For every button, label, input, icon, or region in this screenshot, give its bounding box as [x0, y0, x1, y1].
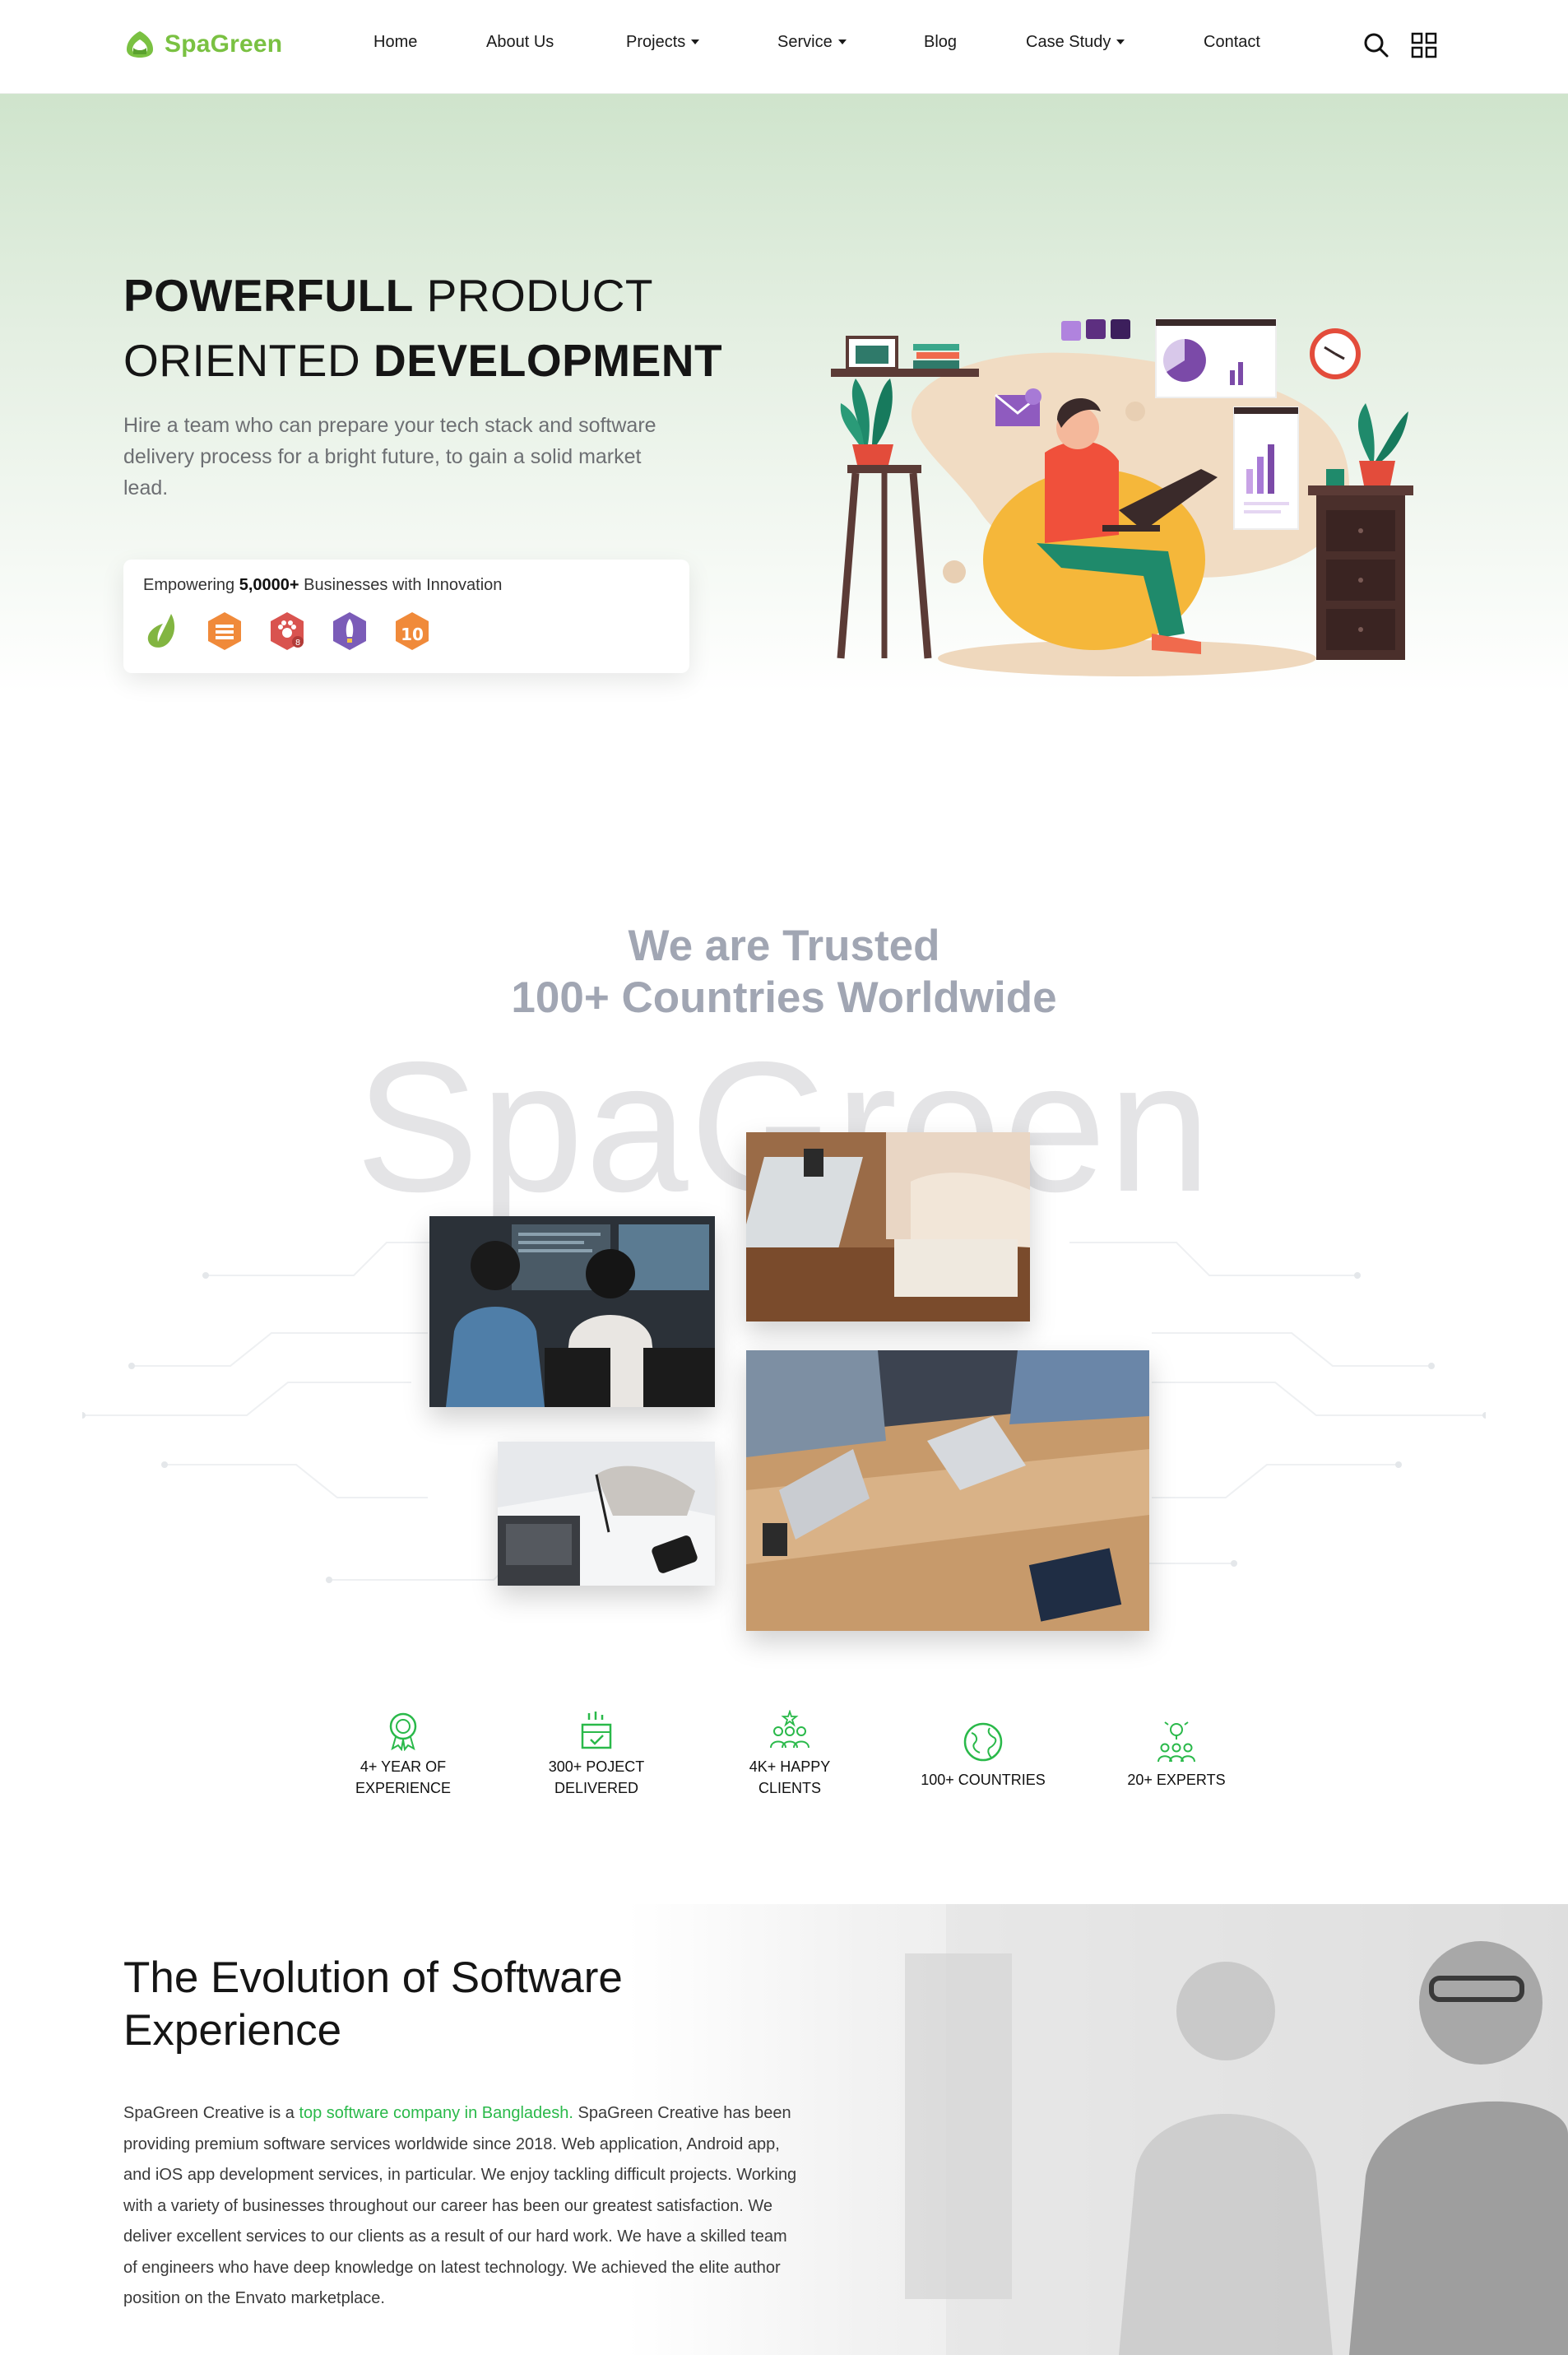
evolution-title-line1: The Evolution of Software — [123, 1953, 623, 2002]
chevron-down-icon — [837, 39, 847, 44]
envato-leaf-icon — [147, 614, 175, 648]
brand-logo[interactable]: SpaGreen — [123, 30, 282, 59]
stat-clients: 4K+ HAPPY CLIENTS — [707, 1710, 872, 1799]
grid-menu-icon — [1411, 32, 1437, 58]
nav-service[interactable]: Service — [777, 33, 847, 52]
experts-icon — [1157, 1721, 1195, 1763]
nav-case-study[interactable]: Case Study — [1026, 33, 1125, 52]
stat-experts-line1: 20+ EXPERTS — [1127, 1772, 1226, 1788]
hero-title: POWERFULL PRODUCT ORIENTED DEVELOPMENT — [123, 263, 722, 393]
search-icon — [1364, 33, 1389, 58]
stat-projects-line1: 300+ POJECT — [548, 1758, 645, 1775]
site-header: SpaGreen Home About Us Projects Service … — [0, 0, 1568, 94]
trusted-heading-line1: We are Trusted — [628, 922, 940, 970]
stat-clients-line1: 4K+ HAPPY — [749, 1758, 831, 1775]
evolution-description: SpaGreen Creative is a top software comp… — [123, 2098, 798, 2315]
trusted-heading: We are Trusted 100+ Countries Worldwide — [0, 920, 1568, 1024]
hero-description: Hire a team who can prepare your tech st… — [123, 414, 656, 499]
stat-countries-line1: 100+ COUNTRIES — [921, 1772, 1046, 1788]
author-level-badge-icon — [208, 612, 241, 650]
evolution-text-after: SpaGreen Creative has been providing pre… — [123, 2104, 797, 2307]
nav-blog[interactable]: Blog — [924, 33, 957, 52]
nav-contact[interactable]: Contact — [1204, 33, 1260, 52]
stat-countries: 100+ COUNTRIES — [901, 1720, 1065, 1791]
stat-projects: 300+ POJECT DELIVERED — [514, 1710, 679, 1799]
trust-prefix: Empowering — [143, 576, 235, 594]
stat-experience-line1: 4+ YEAR OF — [360, 1758, 447, 1775]
trust-text: Empowering 5,0000+ Businesses with Innov… — [143, 576, 502, 595]
svg-text:10: 10 — [401, 625, 424, 644]
stat-clients-line2: CLIENTS — [758, 1780, 822, 1796]
brand-name: SpaGreen — [165, 30, 283, 58]
team-meeting-photo — [746, 1350, 1149, 1631]
paw-badge-icon: 8 — [271, 612, 304, 650]
nav-home[interactable]: Home — [373, 33, 417, 52]
trust-card: Empowering 5,0000+ Businesses with Innov… — [123, 560, 689, 673]
stat-experience-line2: EXPERIENCE — [355, 1780, 452, 1796]
happy-clients-icon — [770, 1710, 810, 1749]
hero-title-light-2: ORIENTED — [123, 335, 361, 386]
project-delivered-icon — [581, 1712, 612, 1749]
stat-clients-label: 4K+ HAPPY CLIENTS — [707, 1756, 872, 1799]
stat-experts-label: 20+ EXPERTS — [1094, 1769, 1259, 1791]
globe-icon — [963, 1722, 1003, 1762]
evolution-title: The Evolution of Software Experience — [123, 1952, 749, 2057]
nav-case-study-label: Case Study — [1026, 33, 1111, 51]
hero-title-light-1: PRODUCT — [426, 270, 654, 321]
desk-sketching-photo — [498, 1442, 715, 1586]
stat-projects-line2: DELIVERED — [554, 1780, 639, 1796]
nav-home-label: Home — [373, 33, 418, 51]
stat-projects-label: 300+ POJECT DELIVERED — [514, 1756, 679, 1799]
award-icon — [389, 1712, 417, 1751]
hero-title-line1: POWERFULL PRODUCT — [123, 263, 722, 328]
trust-highlight: 5,0000+ — [239, 576, 299, 594]
nav-about-us[interactable]: About Us — [486, 33, 554, 52]
chevron-down-icon — [1116, 39, 1125, 44]
nav-about-us-label: About Us — [486, 33, 554, 51]
hero-title-line2: ORIENTED DEVELOPMENT — [123, 328, 722, 393]
laptop-work-photo — [746, 1132, 1030, 1321]
trust-badges: 8 10 — [143, 611, 431, 652]
trust-suffix: Businesses with Innovation — [304, 576, 503, 594]
hero-title-bold-2: DEVELOPMENT — [373, 335, 723, 386]
stat-experience-label: 4+ YEAR OF EXPERIENCE — [321, 1756, 485, 1799]
nav-service-label: Service — [777, 33, 833, 51]
rocket-badge-icon — [333, 612, 366, 650]
evolution-text-before: SpaGreen Creative is a — [123, 2104, 299, 2122]
team-coding-photo — [429, 1216, 715, 1407]
stat-experts: 20+ EXPERTS — [1094, 1720, 1259, 1791]
evolution-title-line2: Experience — [123, 2006, 342, 2055]
nav-contact-label: Contact — [1204, 33, 1260, 51]
nav-projects[interactable]: Projects — [626, 33, 700, 52]
stat-experience: 4+ YEAR OF EXPERIENCE — [321, 1710, 485, 1799]
hero-title-bold-1: POWERFULL — [123, 270, 414, 321]
spagreen-logo-icon — [127, 31, 153, 58]
grid-menu-button[interactable] — [1411, 31, 1437, 63]
nav-projects-label: Projects — [626, 33, 686, 51]
nav-blog-label: Blog — [924, 33, 958, 51]
hero-illustration — [831, 318, 1413, 676]
trusted-heading-line2: 100+ Countries Worldwide — [511, 973, 1057, 1022]
search-button[interactable] — [1363, 31, 1389, 63]
chevron-down-icon — [691, 39, 700, 44]
top-software-company-link[interactable]: top software company in Bangladesh. — [299, 2104, 573, 2122]
svg-text:8: 8 — [295, 639, 300, 648]
stat-countries-label: 100+ COUNTRIES — [901, 1769, 1065, 1791]
ten-years-badge-icon: 10 — [396, 612, 429, 650]
